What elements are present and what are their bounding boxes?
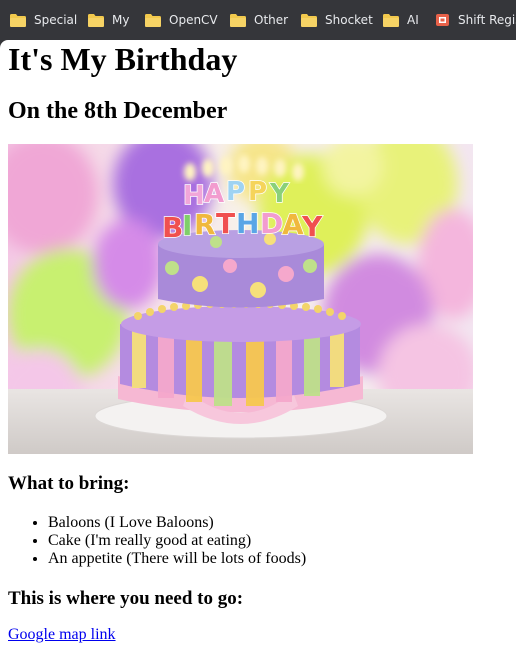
svg-text:H: H [183,181,205,211]
bookmark-special[interactable]: Special [10,11,77,29]
bookmark-shift-register[interactable]: Shift Regist [435,11,516,29]
svg-text:I: I [182,209,192,242]
bookmark-label: Shift Regist [458,13,516,27]
svg-text:Y: Y [301,210,323,243]
svg-text:A: A [204,179,224,209]
folder-icon [88,13,104,27]
folder-icon [383,13,399,27]
bookmark-label: OpenCV [169,13,218,27]
what-to-bring-heading: What to bring: [8,473,130,494]
bookmarks-bar: Special My OpenCV Other Shocket AI Shift… [0,0,516,40]
page-content: It's My Birthday On the 8th December H A… [0,40,516,649]
svg-text:D: D [260,207,283,240]
bookmark-ai[interactable]: AI [383,11,419,29]
bookmark-label: Other [254,13,289,27]
folder-icon [145,13,161,27]
folder-icon [230,13,246,27]
folder-icon [10,13,26,27]
bookmark-label: AI [407,13,419,27]
list-item: An appetite (There will be lots of foods… [48,550,306,568]
folder-icon [301,13,317,27]
bookmark-other[interactable]: Other [230,11,288,29]
page-subtitle: On the 8th December [8,98,228,124]
bookmark-label: Shocket [325,13,373,27]
svg-text:R: R [194,208,216,241]
bookmark-shocket[interactable]: Shocket [301,11,373,29]
svg-text:P: P [226,177,245,207]
list-item: Baloons (I Love Baloons) [48,514,306,532]
svg-text:P: P [248,177,267,207]
svg-text:B: B [162,211,183,244]
bookmark-my[interactable]: My [88,11,129,29]
birthday-cake-image: H A P P Y B I R T H D A Y [8,144,473,454]
svg-text:H: H [236,207,259,240]
google-map-link[interactable]: Google map link [8,626,116,644]
svg-text:Y: Y [269,179,290,209]
bookmark-label: Special [34,13,78,27]
where-to-go-heading: This is where you need to go: [8,588,244,609]
shift-register-icon [435,13,450,27]
list-item: Cake (I'm really good at eating) [48,532,306,550]
bookmark-label: My [112,13,130,27]
bring-list: Baloons (I Love Baloons) Cake (I'm reall… [8,514,306,568]
page-title: It's My Birthday [8,41,238,77]
bookmark-opencv[interactable]: OpenCV [145,11,218,29]
svg-text:T: T [216,207,235,240]
svg-text:A: A [282,208,304,241]
